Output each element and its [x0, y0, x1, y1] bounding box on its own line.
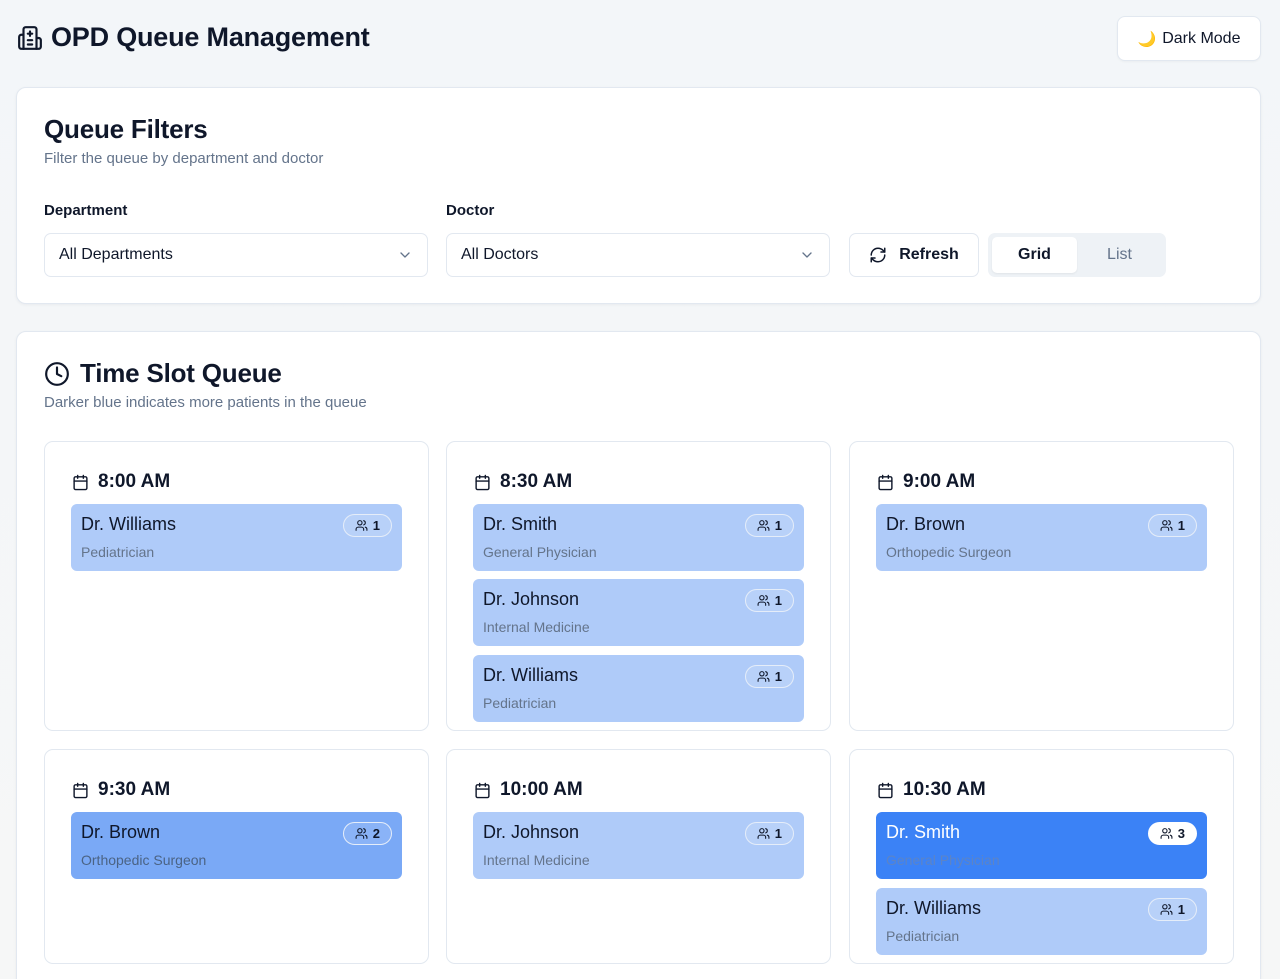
slot-time: 10:00 AM — [500, 779, 583, 800]
queue-header: Time Slot Queue — [44, 358, 282, 389]
users-icon — [757, 594, 770, 607]
dark-mode-button[interactable]: 🌙 Dark Mode — [1117, 16, 1261, 61]
doctor-specialty: Pediatrician — [483, 695, 557, 711]
filters-subtitle: Filter the queue by department and docto… — [44, 150, 324, 167]
users-icon — [757, 670, 770, 683]
patient-count: 1 — [372, 518, 380, 533]
slot-time: 10:30 AM — [903, 779, 986, 800]
time-slot-card: 9:00 AM Dr. Brown Orthopedic Surgeon 1 — [849, 441, 1234, 731]
doctor-queue-item[interactable]: Dr. Brown Orthopedic Surgeon 1 — [876, 504, 1207, 571]
refresh-icon — [869, 246, 887, 264]
users-icon — [355, 827, 368, 840]
patient-count-badge: 1 — [744, 514, 794, 537]
doctor-select-value: All Doctors — [461, 246, 539, 263]
hospital-icon — [17, 25, 43, 51]
moon-icon: 🌙 — [1137, 30, 1157, 48]
view-toggle: Grid List — [988, 233, 1166, 277]
patient-count-badge: 1 — [744, 589, 794, 612]
calendar-icon — [474, 782, 491, 799]
doctor-specialty: General Physician — [483, 544, 597, 560]
time-slot-card: 8:00 AM Dr. Williams Pediatrician 1 — [44, 441, 429, 731]
patient-count: 1 — [1177, 902, 1185, 917]
time-slot-card: 8:30 AM Dr. Smith General Physician 1 Dr… — [446, 441, 831, 731]
users-icon — [1160, 827, 1173, 840]
doctor-select[interactable]: All Doctors — [446, 233, 830, 277]
time-slot-card: 10:00 AM Dr. Johnson Internal Medicine 1 — [446, 749, 831, 964]
slot-time: 9:00 AM — [903, 471, 976, 492]
calendar-icon — [877, 782, 894, 799]
view-list-tab[interactable]: List — [1077, 237, 1162, 273]
patient-count-badge: 3 — [1147, 822, 1197, 845]
queue-title: Time Slot Queue — [80, 358, 282, 388]
slot-header: 8:00 AM — [72, 471, 170, 493]
users-icon — [1160, 519, 1173, 532]
patient-count: 3 — [1177, 826, 1185, 841]
doctor-label: Doctor — [446, 202, 495, 219]
patient-count-badge: 1 — [744, 665, 794, 688]
patient-count: 1 — [1177, 518, 1185, 533]
slot-time: 9:30 AM — [98, 779, 171, 800]
doctor-queue-item[interactable]: Dr. Brown Orthopedic Surgeon 2 — [71, 812, 402, 879]
time-slot-queue-card: Time Slot Queue Darker blue indicates mo… — [16, 331, 1261, 979]
slot-header: 10:00 AM — [474, 779, 583, 801]
top-bar: OPD Queue Management 🌙 Dark Mode — [17, 16, 1261, 62]
view-grid-tab[interactable]: Grid — [992, 237, 1077, 273]
calendar-icon — [877, 474, 894, 491]
users-icon — [355, 519, 368, 532]
department-select[interactable]: All Departments — [44, 233, 428, 277]
clock-icon — [44, 361, 70, 387]
doctor-specialty: Internal Medicine — [483, 619, 590, 635]
doctor-specialty: Internal Medicine — [483, 852, 590, 868]
page-title: OPD Queue Management — [51, 22, 370, 52]
doctor-queue-item[interactable]: Dr. Williams Pediatrician 1 — [876, 888, 1207, 955]
patient-count: 1 — [774, 826, 782, 841]
doctor-specialty: Pediatrician — [81, 544, 155, 560]
slot-header: 10:30 AM — [877, 779, 986, 801]
patient-count-badge: 1 — [1147, 514, 1197, 537]
patient-count-badge: 1 — [1147, 898, 1197, 921]
users-icon — [757, 827, 770, 840]
doctor-queue-item[interactable]: Dr. Johnson Internal Medicine 1 — [473, 579, 804, 646]
brand: OPD Queue Management — [17, 22, 370, 53]
doctor-queue-item[interactable]: Dr. Smith General Physician 3 — [876, 812, 1207, 879]
dark-mode-label: Dark Mode — [1162, 29, 1241, 47]
department-label: Department — [44, 202, 128, 219]
patient-count-badge: 1 — [342, 514, 392, 537]
doctor-specialty: General Physician — [886, 852, 1000, 868]
patient-count-badge: 2 — [342, 822, 392, 845]
queue-subtitle: Darker blue indicates more patients in t… — [44, 394, 367, 411]
slot-header: 9:30 AM — [72, 779, 170, 801]
patient-count: 2 — [372, 826, 380, 841]
chevron-down-icon — [397, 247, 413, 263]
patient-count: 1 — [774, 518, 782, 533]
slot-header: 9:00 AM — [877, 471, 975, 493]
doctor-specialty: Pediatrician — [886, 928, 960, 944]
patient-count-badge: 1 — [744, 822, 794, 845]
users-icon — [1160, 903, 1173, 916]
calendar-icon — [72, 782, 89, 799]
calendar-icon — [72, 474, 89, 491]
patient-count: 1 — [774, 669, 782, 684]
slot-time: 8:30 AM — [500, 471, 573, 492]
patient-count: 1 — [774, 593, 782, 608]
users-icon — [757, 519, 770, 532]
slot-time: 8:00 AM — [98, 471, 171, 492]
time-slot-card: 10:30 AM Dr. Smith General Physician 3 D… — [849, 749, 1234, 964]
time-slot-card: 9:30 AM Dr. Brown Orthopedic Surgeon 2 — [44, 749, 429, 964]
refresh-button[interactable]: Refresh — [849, 233, 979, 277]
doctor-specialty: Orthopedic Surgeon — [886, 544, 1012, 560]
filters-title: Queue Filters — [44, 114, 208, 144]
queue-filters-card: Queue Filters Filter the queue by depart… — [16, 87, 1261, 304]
doctor-queue-item[interactable]: Dr. Johnson Internal Medicine 1 — [473, 812, 804, 879]
app-root: OPD Queue Management 🌙 Dark Mode Queue F… — [0, 0, 1280, 979]
doctor-queue-item[interactable]: Dr. Williams Pediatrician 1 — [473, 655, 804, 722]
doctor-specialty: Orthopedic Surgeon — [81, 852, 207, 868]
doctor-queue-item[interactable]: Dr. Smith General Physician 1 — [473, 504, 804, 571]
chevron-down-icon — [799, 247, 815, 263]
refresh-label: Refresh — [899, 246, 959, 263]
doctor-queue-item[interactable]: Dr. Williams Pediatrician 1 — [71, 504, 402, 571]
calendar-icon — [474, 474, 491, 491]
slot-header: 8:30 AM — [474, 471, 572, 493]
department-select-value: All Departments — [59, 246, 173, 263]
